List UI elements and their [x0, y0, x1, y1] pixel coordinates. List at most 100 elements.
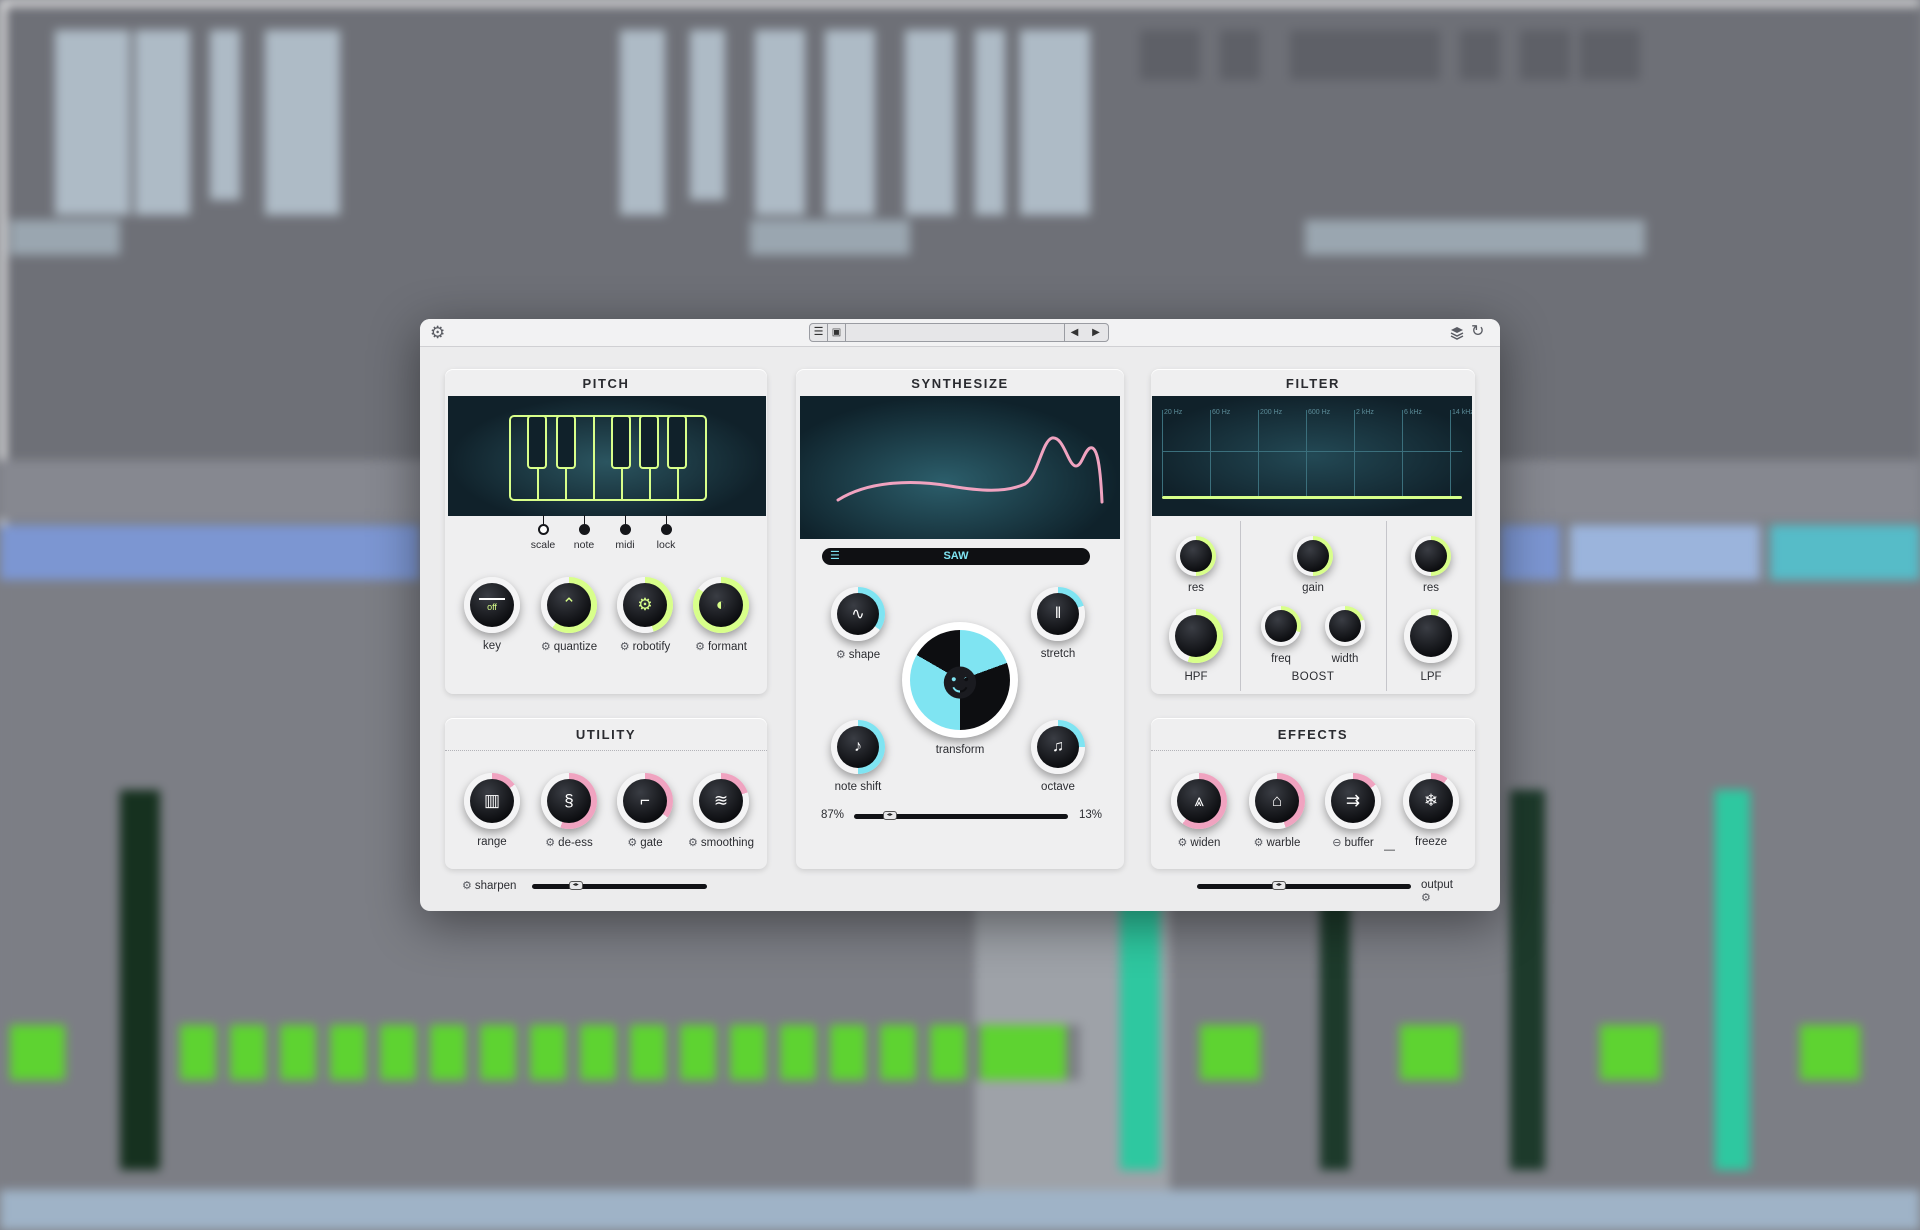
waveform-display: [800, 396, 1120, 539]
effects-widen-knob[interactable]: ⩓: [1171, 773, 1227, 829]
gear-icon[interactable]: ⚙: [545, 837, 555, 849]
filter-res-right-knob[interactable]: [1411, 536, 1451, 576]
preset-bar: ☰ ▣ ◀ ▶: [809, 323, 1109, 342]
pitch-mode-midi-toggle[interactable]: [620, 524, 631, 535]
shape-knob[interactable]: ∿: [831, 587, 885, 641]
gear-icon[interactable]: ⚙: [1178, 837, 1188, 849]
note-shift-knob[interactable]: ♪: [831, 720, 885, 774]
filter-res-right-label-group: res: [1371, 582, 1491, 594]
effects-warble-knob[interactable]: ⌂: [1249, 773, 1305, 829]
preset-name[interactable]: [850, 324, 1050, 341]
grid-line: [1354, 410, 1355, 496]
pitch-formant-label-group: ⚙ formant: [661, 640, 781, 653]
sharpen-control: ⚙ sharpen ◂▸: [462, 879, 722, 897]
mode-stem: [665, 515, 667, 525]
utility-smoothing-label: smoothing: [700, 837, 754, 849]
transform-label: transform: [935, 744, 985, 756]
filter-res-left-knob[interactable]: [1176, 536, 1216, 576]
pitch-panel: PITCH scale note midi lock off key ⌃ ⚙ quantize ⚙…: [445, 369, 767, 694]
octave-label-group: octave: [998, 781, 1118, 793]
boost-gain-label: gain: [1302, 582, 1324, 594]
gate-icon: ⌐: [623, 779, 667, 823]
lpf-label: LPF: [1420, 671, 1442, 683]
synthesize-panel: SYNTHESIZE ☰ SAW 87% ◂▸ 13% ∿ ⚙ shape ‖ stre…: [796, 369, 1124, 869]
gear-icon[interactable]: ⚙: [541, 641, 551, 653]
bars-icon: ‖: [1037, 593, 1079, 635]
note-shift-label-group: note shift: [798, 781, 918, 793]
pitch-mode-lock-toggle[interactable]: [661, 524, 672, 535]
floppy-icon[interactable]: ▣: [828, 324, 846, 341]
sharpen-slider[interactable]: ◂▸: [532, 881, 707, 890]
pitch-mode-scale-toggle[interactable]: [538, 524, 549, 535]
utility-range-label: range: [477, 836, 507, 848]
utility-panel: UTILITY ▥ range § ⚙ de-ess ⌐ ⚙ gate ≋ ⚙ smoothing: [445, 718, 767, 869]
link-icon[interactable]: ⊖: [1332, 837, 1341, 849]
boost-freq-knob[interactable]: [1261, 606, 1301, 646]
hpf-label: HPF: [1184, 671, 1208, 683]
frequency-label: 2 kHz: [1356, 409, 1374, 416]
utility-de-ess-knob[interactable]: §: [541, 773, 597, 829]
lpf-knob[interactable]: [1404, 609, 1458, 663]
slider-thumb[interactable]: ◂▸: [1271, 881, 1286, 890]
gear-icon[interactable]: ⚙: [695, 641, 705, 653]
layers-icon[interactable]: [1449, 325, 1465, 341]
hamburger-icon[interactable]: ☰: [810, 324, 828, 341]
boost-gain-knob[interactable]: [1293, 536, 1333, 576]
triangle-left-icon[interactable]: ◀: [1064, 324, 1084, 341]
effects-title: EFFECTS: [1277, 727, 1349, 742]
mountains-icon: ⩓: [1177, 779, 1221, 823]
utility-gate-knob[interactable]: ⌐: [617, 773, 673, 829]
pitch-mode-note-toggle[interactable]: [579, 524, 590, 535]
boost-label: BOOST: [1291, 671, 1335, 683]
pitch-robotify-knob[interactable]: ⚙: [617, 577, 673, 633]
pitch-formant-knob[interactable]: ◐: [693, 577, 749, 633]
effects-panel: EFFECTS — ⩓ ⚙ widen ⌂ ⚙ warble ⇉ ⊖ buffer ❄ freeze: [1151, 718, 1475, 869]
filter-title: FILTER: [1285, 376, 1341, 391]
boost-width-knob[interactable]: [1325, 606, 1365, 646]
utility-smoothing-knob[interactable]: ≋: [693, 773, 749, 829]
gear-icon[interactable]: ⚙: [1254, 837, 1264, 849]
slider-thumb[interactable]: ◂▸: [568, 881, 583, 890]
pitch-key-label: key: [483, 640, 501, 652]
gear-icon[interactable]: ⚙: [688, 837, 698, 849]
stretch-label-group: stretch: [998, 648, 1118, 660]
effects-buffer-knob[interactable]: ⇉: [1325, 773, 1381, 829]
peak-icon: ⌃: [547, 583, 591, 627]
gear-icon[interactable]: ⚙: [430, 323, 445, 342]
output-slider[interactable]: ◂▸: [1197, 881, 1411, 890]
stretch-label: stretch: [1040, 648, 1076, 660]
waveform-selector[interactable]: ☰ SAW: [822, 548, 1090, 565]
gear-icon[interactable]: ⚙: [462, 880, 472, 892]
pitch-title: PITCH: [582, 376, 630, 391]
slider-thumb[interactable]: ◂▸: [882, 811, 897, 820]
frequency-label: 14 kHz: [1452, 409, 1472, 416]
filter-res-left-label-group: res: [1136, 582, 1256, 594]
gear-icon[interactable]: ⚙: [620, 641, 630, 653]
effects-freeze-knob[interactable]: ❄: [1403, 773, 1459, 829]
effects-freeze-label-group: freeze: [1371, 836, 1491, 848]
s-curve-icon: §: [547, 779, 591, 823]
gear-icon[interactable]: ⚙: [836, 649, 846, 661]
frequency-label: 20 Hz: [1164, 409, 1183, 416]
grid-line: [1210, 410, 1211, 496]
octave-knob[interactable]: ♫: [1031, 720, 1085, 774]
effects-freeze-label: freeze: [1415, 836, 1447, 848]
wave-icon: ≋: [699, 779, 743, 823]
stretch-knob[interactable]: ‖: [1031, 587, 1085, 641]
plugin-window: ⚙ ☰ ▣ ◀ ▶ ↻ PITCH scale note midi lock o…: [420, 319, 1500, 911]
hpf-knob[interactable]: [1169, 609, 1223, 663]
utility-range-knob[interactable]: ▥: [464, 773, 520, 829]
mix-slider[interactable]: ◂▸: [854, 811, 1068, 820]
triangle-right-icon[interactable]: ▶: [1084, 324, 1108, 341]
transform-knob[interactable]: ☻: [902, 622, 1018, 738]
pitch-mode-label: lock: [656, 539, 676, 551]
pitch-key-knob[interactable]: off: [464, 577, 520, 633]
refresh-icon[interactable]: ↻: [1471, 322, 1484, 342]
filter-res-left-label: res: [1188, 582, 1204, 594]
gear-icon[interactable]: ⚙: [1421, 892, 1431, 904]
gear-icon[interactable]: ⚙: [627, 837, 637, 849]
pitch-quantize-knob[interactable]: ⌃: [541, 577, 597, 633]
waveform-name: SAW: [943, 550, 969, 562]
synthesize-title: SYNTHESIZE: [911, 376, 1009, 391]
boost-gain-label-group: gain: [1253, 582, 1373, 594]
